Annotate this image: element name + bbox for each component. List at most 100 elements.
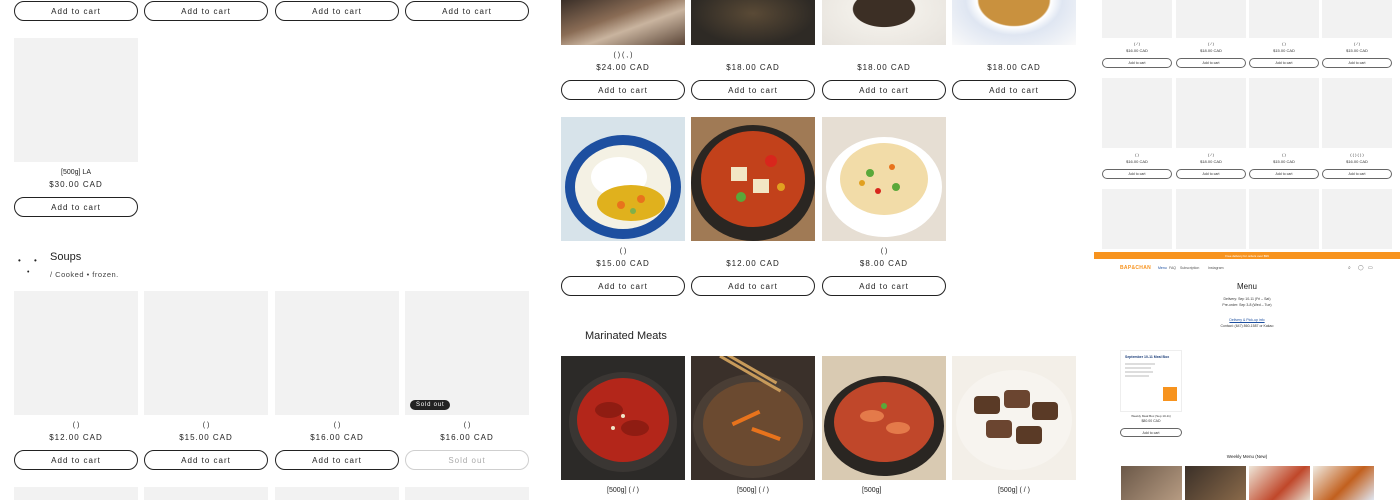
mini-product-title[interactable]: ( ( ) ( ) ) [1322, 152, 1392, 157]
mini-product-image[interactable] [1176, 0, 1246, 38]
add-to-cart-button[interactable]: Add to cart [275, 1, 399, 21]
product-title[interactable]: ( ) [405, 422, 529, 429]
product-image-placeholder[interactable] [14, 38, 138, 162]
product-title[interactable]: ( ) [275, 422, 399, 429]
mini-product-title[interactable]: ( ) [1102, 152, 1172, 157]
mini-product-title[interactable]: ( / ) [1102, 41, 1172, 46]
page-title: Menu [1236, 282, 1257, 291]
product-photo-spicy-chicken[interactable] [561, 356, 685, 480]
nav-item-instagram[interactable]: Instagram [1208, 266, 1224, 270]
product-photo-pork[interactable] [561, 0, 685, 45]
mini-add-to-cart-button[interactable]: Add to cart [1249, 58, 1319, 68]
mini-product-image[interactable] [1176, 189, 1246, 249]
add-to-cart-button[interactable]: Add to cart [561, 276, 685, 296]
product-price: $30.00 CAD [49, 180, 103, 189]
mini-product-title[interactable]: ( ) [1249, 152, 1319, 157]
site-logo[interactable]: BAP&CHAN [1120, 265, 1151, 271]
nav-item-subscription[interactable]: Subscription [1180, 266, 1199, 270]
nav-item-menu[interactable]: Menu [1158, 266, 1167, 270]
product-image-placeholder[interactable] [144, 487, 268, 500]
mini-add-to-cart-button[interactable]: Add to cart [1249, 169, 1319, 179]
add-to-cart-button[interactable]: Add to cart [14, 450, 138, 470]
product-title[interactable]: [500g] ( / ) [691, 487, 815, 494]
product-photo-spicy-pork[interactable] [822, 356, 946, 480]
product-image-placeholder[interactable] [14, 291, 138, 415]
mini-product-image[interactable] [1176, 78, 1246, 148]
account-icon[interactable]: ◯ [1358, 265, 1364, 271]
product-photo-curry-rice[interactable] [561, 117, 685, 241]
mini-product-price: $18.00 CAD [1200, 48, 1222, 53]
menu-line [1125, 367, 1151, 369]
add-to-cart-button[interactable]: Add to cart [952, 80, 1076, 100]
product-image-placeholder[interactable] [275, 291, 399, 415]
mini-add-to-cart-button[interactable]: Add to cart [1322, 169, 1392, 179]
mini-product-image[interactable] [1102, 189, 1172, 249]
add-to-cart-button[interactable]: Add to cart [275, 450, 399, 470]
add-to-cart-button[interactable]: Add to cart [14, 1, 138, 21]
product-title[interactable]: [500g] ( / ) [952, 487, 1076, 494]
product-price: $16.00 CAD [310, 433, 364, 442]
mini-product-image[interactable] [1102, 78, 1172, 148]
add-to-cart-button[interactable]: Add to cart [691, 80, 815, 100]
mini-product-image[interactable] [1249, 78, 1319, 148]
product-image-placeholder[interactable] [144, 291, 268, 415]
mini-add-to-cart-button[interactable]: Add to cart [1120, 428, 1182, 437]
product-title[interactable]: ( ) [822, 248, 946, 255]
add-to-cart-button[interactable]: Add to cart [405, 1, 529, 21]
mini-product-image[interactable] [1322, 0, 1392, 38]
product-photo-macaroni-salad[interactable] [822, 117, 946, 241]
nav-item-faq[interactable]: FAQ [1169, 266, 1176, 270]
sold-out-button[interactable]: Sold out [405, 450, 529, 470]
weekly-menu-photo[interactable] [1121, 466, 1182, 500]
product-image-placeholder[interactable] [405, 291, 529, 415]
cart-icon[interactable]: ▭ [1368, 265, 1373, 271]
weekly-menu-photo[interactable] [1313, 466, 1374, 500]
mini-product-image[interactable] [1322, 189, 1392, 249]
meal-box-title[interactable]: Weekly Meal Box (Sep 10-11) [1120, 414, 1182, 418]
product-title[interactable]: [500g] [822, 487, 946, 494]
mini-product-image[interactable] [1102, 0, 1172, 38]
mini-add-to-cart-button[interactable]: Add to cart [1102, 169, 1172, 179]
product-title[interactable]: [500g] ( / ) [561, 487, 685, 494]
product-photo-bowl[interactable] [822, 0, 946, 45]
product-image-placeholder[interactable] [405, 487, 529, 500]
add-to-cart-button[interactable]: Add to cart [144, 1, 268, 21]
product-photo-galbi[interactable] [952, 356, 1076, 480]
product-image-placeholder[interactable] [14, 487, 138, 500]
mini-product-title[interactable]: ( ) [1249, 41, 1319, 46]
mini-product-image[interactable] [1249, 189, 1319, 249]
weekly-menu-photo[interactable] [1185, 466, 1246, 500]
add-to-cart-button[interactable]: Add to cart [691, 276, 815, 296]
mini-add-to-cart-button[interactable]: Add to cart [1176, 58, 1246, 68]
add-to-cart-button[interactable]: Add to cart [822, 80, 946, 100]
add-to-cart-button[interactable]: Add to cart [144, 450, 268, 470]
pickup-info-link[interactable]: Delivery & Pick-up info [1094, 318, 1400, 322]
mini-product-title[interactable]: ( / ) [1176, 41, 1246, 46]
product-title[interactable]: [500g] LA [14, 169, 138, 176]
product-title[interactable]: ( ) ( , ) [561, 52, 685, 59]
product-photo-tofu-stew[interactable] [691, 117, 815, 241]
mini-product-title[interactable]: ( / ) [1176, 152, 1246, 157]
mini-add-to-cart-button[interactable]: Add to cart [1102, 58, 1172, 68]
bulgogi-illustration [693, 356, 813, 478]
product-photo-bulgogi[interactable] [691, 356, 815, 480]
product-title[interactable]: ( ) [561, 248, 685, 255]
product-title[interactable]: ( ) [14, 422, 138, 429]
mini-product-title[interactable]: ( / ) [1322, 41, 1392, 46]
add-to-cart-button[interactable]: Add to cart [561, 80, 685, 100]
search-icon[interactable]: ⌕ [1348, 265, 1351, 271]
add-to-cart-button[interactable]: Add to cart [822, 276, 946, 296]
mini-add-to-cart-button[interactable]: Add to cart [1176, 169, 1246, 179]
weekly-menu-photo[interactable] [1249, 466, 1310, 500]
mini-add-to-cart-button[interactable]: Add to cart [1322, 58, 1392, 68]
meal-box-card[interactable]: September 10-11 Meal Box [1120, 350, 1182, 412]
mini-product-image[interactable] [1249, 0, 1319, 38]
product-title[interactable]: ( ) [144, 422, 268, 429]
add-to-cart-button[interactable]: Add to cart [14, 197, 138, 217]
product-photo-pancake[interactable] [952, 0, 1076, 45]
product-image-placeholder[interactable] [275, 487, 399, 500]
product-price: $18.00 CAD [987, 63, 1041, 72]
mini-product-image[interactable] [1322, 78, 1392, 148]
product-photo-stir-fry[interactable] [691, 0, 815, 45]
product-price: $15.00 CAD [596, 259, 650, 268]
